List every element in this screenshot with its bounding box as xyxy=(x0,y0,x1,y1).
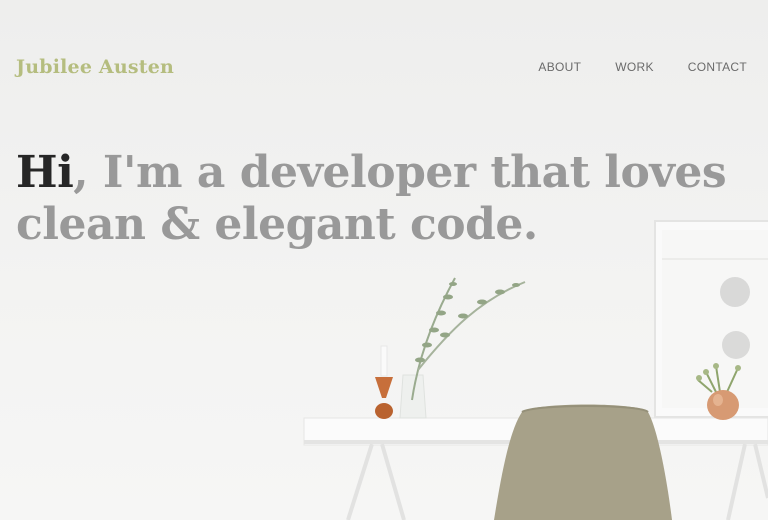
vase-plant-icon xyxy=(399,277,526,419)
picture-frame-icon xyxy=(654,220,768,418)
desk-scene-illustration xyxy=(303,220,768,520)
candle-holder-icon xyxy=(375,345,393,419)
chair-icon xyxy=(494,404,672,520)
